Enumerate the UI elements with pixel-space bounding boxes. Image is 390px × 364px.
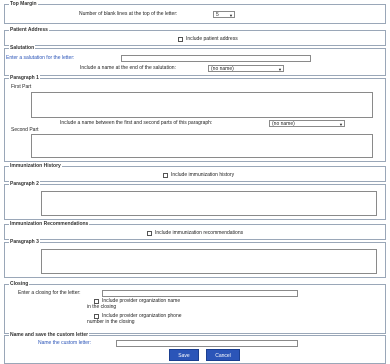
patient-address-legend: Patient Address bbox=[9, 27, 49, 34]
include-immunization-history-label: Include immunization history bbox=[171, 172, 235, 178]
chevron-down-icon: ▼ bbox=[339, 122, 343, 127]
second-part-textarea[interactable] bbox=[31, 134, 373, 158]
top-margin-section: Top Margin Number of blank lines at the … bbox=[4, 1, 386, 24]
include-org-name-label-cont: in the closing bbox=[87, 304, 117, 310]
paragraph2-legend: Paragraph 2 bbox=[9, 181, 40, 188]
top-margin-legend: Top Margin bbox=[9, 1, 38, 8]
include-patient-address-label: Include patient address bbox=[186, 36, 238, 42]
second-part-label: Second Part bbox=[11, 127, 39, 133]
patient-address-section: Patient Address Include patient address bbox=[4, 27, 386, 46]
immunization-recommendations-legend: Immunization Recommendations bbox=[9, 221, 90, 228]
include-immunization-history-checkbox[interactable] bbox=[163, 173, 168, 178]
immunization-history-section: Immunization History Include immunizatio… bbox=[4, 163, 386, 182]
blank-lines-select[interactable]: 5 ▼ bbox=[213, 11, 235, 18]
salutation-name-select[interactable]: (no name) ▼ bbox=[208, 65, 284, 72]
chevron-down-icon: ▼ bbox=[229, 13, 233, 18]
include-immunization-recommendations-checkbox[interactable] bbox=[147, 231, 152, 236]
paragraph1-name-select[interactable]: (no name) ▼ bbox=[269, 120, 345, 127]
name-save-legend: Name and save the custom letter bbox=[9, 332, 90, 339]
paragraph3-textarea[interactable] bbox=[41, 249, 377, 274]
paragraph1-between-label: Include a name between the first and sec… bbox=[60, 120, 213, 126]
closing-section: Closing Enter a closing for the letter: … bbox=[4, 281, 386, 334]
blank-lines-label: Number of blank lines at the top of the … bbox=[79, 11, 178, 17]
save-button[interactable]: Save bbox=[169, 349, 199, 361]
salutation-section: Salutation Enter a salutation for the le… bbox=[4, 45, 386, 76]
closing-input[interactable] bbox=[102, 290, 298, 297]
first-part-label: First Part bbox=[11, 84, 32, 90]
paragraph1-section: Paragraph 1 First Part Include a name be… bbox=[4, 75, 386, 162]
include-immunization-recommendations-label: Include immunization recommendations bbox=[155, 230, 244, 236]
name-save-section: Name and save the custom letter Name the… bbox=[4, 332, 386, 364]
salutation-include-name-label: Include a name at the end of the salutat… bbox=[80, 65, 176, 71]
paragraph1-legend: Paragraph 1 bbox=[9, 75, 40, 82]
custom-letter-name-label: Name the custom letter: bbox=[38, 340, 92, 346]
include-org-phone-label-cont: number in the closing bbox=[87, 319, 135, 325]
salutation-enter-label: Enter a salutation for the letter: bbox=[6, 55, 75, 61]
closing-legend: Closing bbox=[9, 281, 30, 288]
paragraph2-textarea[interactable] bbox=[41, 191, 377, 216]
paragraph3-legend: Paragraph 3 bbox=[9, 239, 40, 246]
first-part-textarea[interactable] bbox=[31, 92, 373, 118]
include-patient-address-checkbox[interactable] bbox=[178, 37, 183, 42]
cancel-button[interactable]: Cancel bbox=[206, 349, 240, 361]
salutation-input[interactable] bbox=[121, 55, 311, 62]
paragraph2-section: Paragraph 2 bbox=[4, 181, 386, 220]
immunization-history-legend: Immunization History bbox=[9, 163, 62, 170]
custom-letter-name-input[interactable] bbox=[116, 340, 298, 347]
chevron-down-icon: ▼ bbox=[278, 67, 282, 72]
paragraph3-section: Paragraph 3 bbox=[4, 239, 386, 278]
immunization-recommendations-section: Immunization Recommendations Include imm… bbox=[4, 221, 386, 240]
salutation-legend: Salutation bbox=[9, 45, 36, 52]
closing-enter-label: Enter a closing for the letter: bbox=[18, 290, 81, 296]
